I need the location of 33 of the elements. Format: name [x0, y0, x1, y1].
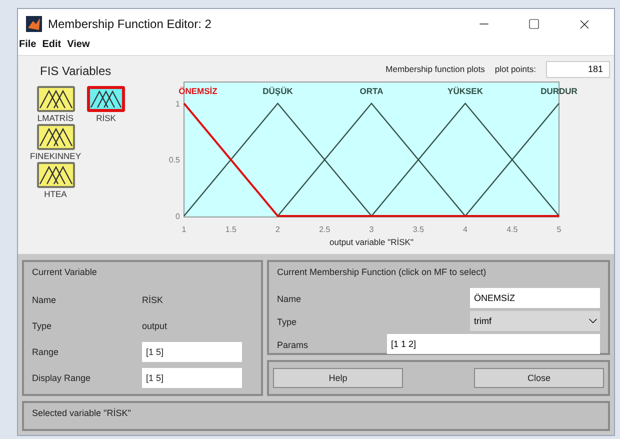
tick-label: 4.5 — [506, 225, 518, 234]
plot-points-label: plot points: — [494, 64, 536, 74]
field-label: Type — [277, 316, 298, 329]
variable-name: RİSK — [96, 113, 116, 123]
tick-label: 2.5 — [319, 225, 330, 234]
tick-label: 3 — [369, 225, 374, 234]
tick-label: 4 — [463, 225, 468, 234]
tick-label: 5 — [556, 225, 562, 234]
field-value: output — [142, 320, 168, 333]
panel-title: Current Variable — [32, 267, 98, 279]
variable-name: FINEKINNEY — [30, 151, 82, 161]
panel-title: FIS Variables — [39, 64, 112, 78]
plot-title: Membership function plots — [386, 64, 485, 74]
tick-label: 0.5 — [168, 156, 180, 165]
variable-name: LMATRİS — [37, 113, 74, 123]
axis-label: output variable "RİSK" — [330, 237, 414, 247]
tick-label: 3.5 — [412, 225, 424, 234]
tick-label: 1 — [176, 99, 180, 108]
panel-title: Current Membership Function (click on MF to select) — [277, 267, 488, 279]
field-label: Display Range — [32, 372, 92, 385]
tick-label: 1 — [182, 225, 186, 234]
variable-name: HTEA — [44, 189, 67, 199]
status-message: Selected variable "RİSK" — [22, 401, 610, 431]
tick-label: 0 — [176, 212, 180, 221]
field-label: Type — [32, 320, 53, 333]
field-value: RİSK — [142, 294, 164, 307]
field-label: Name — [277, 292, 302, 306]
field-label: Params — [277, 338, 310, 352]
tick-label: 2 — [276, 225, 280, 234]
window-title: Membership Function Editor: 2 — [48, 17, 212, 31]
field-label: Range — [32, 346, 60, 359]
field-label: Name — [32, 294, 58, 307]
tick-label: 1.5 — [225, 225, 236, 234]
